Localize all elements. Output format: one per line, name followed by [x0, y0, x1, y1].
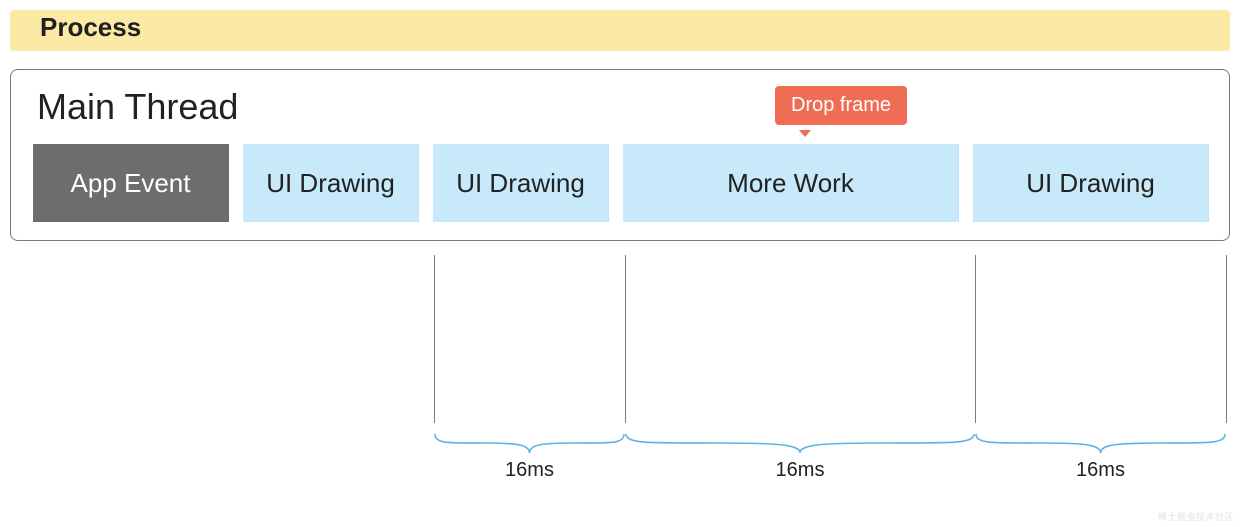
process-title-bar: Process	[10, 10, 1230, 51]
timeline-brace	[434, 433, 625, 455]
callout-text: Drop frame	[791, 94, 891, 116]
timeline: 16ms16ms16ms	[10, 241, 1230, 441]
drop-frame-callout: Drop frame	[775, 86, 907, 125]
process-title: Process	[40, 12, 141, 42]
timeline-tick	[1226, 255, 1227, 423]
thread-block-label: UI Drawing	[456, 168, 585, 199]
thread-block-label: App Event	[71, 168, 191, 199]
thread-blocks-row: App Event UI Drawing UI Drawing More Work UI…	[33, 144, 1211, 222]
main-thread-box: Main Thread Drop frame App Event UI Drawi…	[10, 69, 1230, 241]
thread-block: UI Drawing	[243, 144, 419, 222]
timeline-tick	[975, 255, 976, 423]
thread-block-label: UI Drawing	[1026, 168, 1155, 199]
thread-title: Main Thread	[37, 86, 1211, 128]
timeline-brace	[625, 433, 975, 455]
thread-block-label: UI Drawing	[266, 168, 395, 199]
timeline-interval-label: 16ms	[505, 459, 554, 482]
timeline-interval-label: 16ms	[776, 459, 825, 482]
thread-block: More Work	[623, 144, 959, 222]
timeline-tick	[625, 255, 626, 423]
thread-block: UI Drawing	[973, 144, 1209, 222]
watermark: 稀土掘金技术社区	[1158, 510, 1234, 523]
thread-block-label: More Work	[727, 168, 854, 199]
timeline-brace	[975, 433, 1226, 455]
thread-block: App Event	[33, 144, 229, 222]
timeline-tick	[434, 255, 435, 423]
thread-block: UI Drawing	[433, 144, 609, 222]
timeline-interval-label: 16ms	[1076, 459, 1125, 482]
